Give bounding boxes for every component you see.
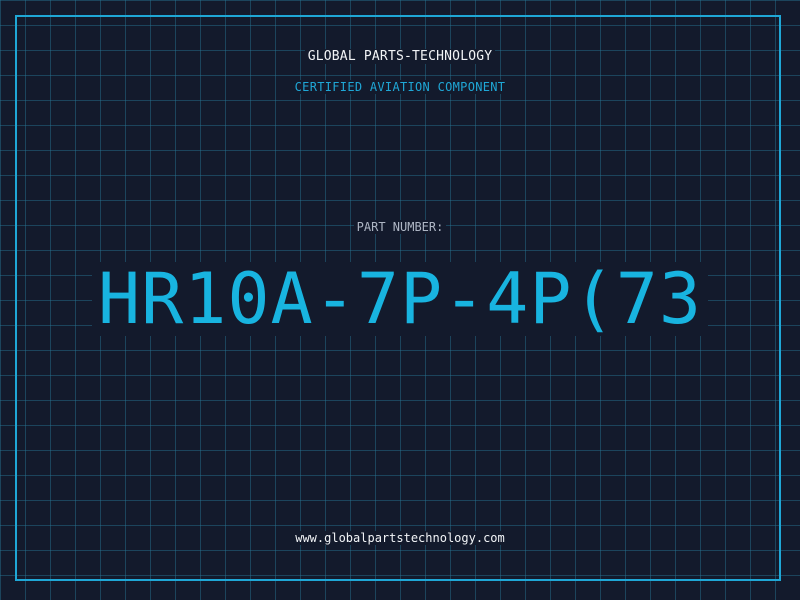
- part-number-label-text: PART NUMBER:: [353, 220, 447, 234]
- company-name: GLOBAL PARTS-TECHNOLOGY: [0, 49, 800, 64]
- certification-subtitle-text: CERTIFIED AVIATION COMPONENT: [291, 80, 509, 94]
- part-number-label: PART NUMBER:: [0, 220, 800, 234]
- part-number-band: HR10A-7P-4P(73: [0, 262, 800, 336]
- certificate-canvas: GLOBAL PARTS-TECHNOLOGY CERTIFIED AVIATI…: [0, 0, 800, 600]
- part-number-value: HR10A-7P-4P(73: [91, 262, 708, 336]
- company-name-text: GLOBAL PARTS-TECHNOLOGY: [304, 49, 496, 64]
- website-url-text: www.globalpartstechnology.com: [292, 531, 508, 545]
- certification-subtitle: CERTIFIED AVIATION COMPONENT: [0, 80, 800, 94]
- website-url: www.globalpartstechnology.com: [0, 531, 800, 545]
